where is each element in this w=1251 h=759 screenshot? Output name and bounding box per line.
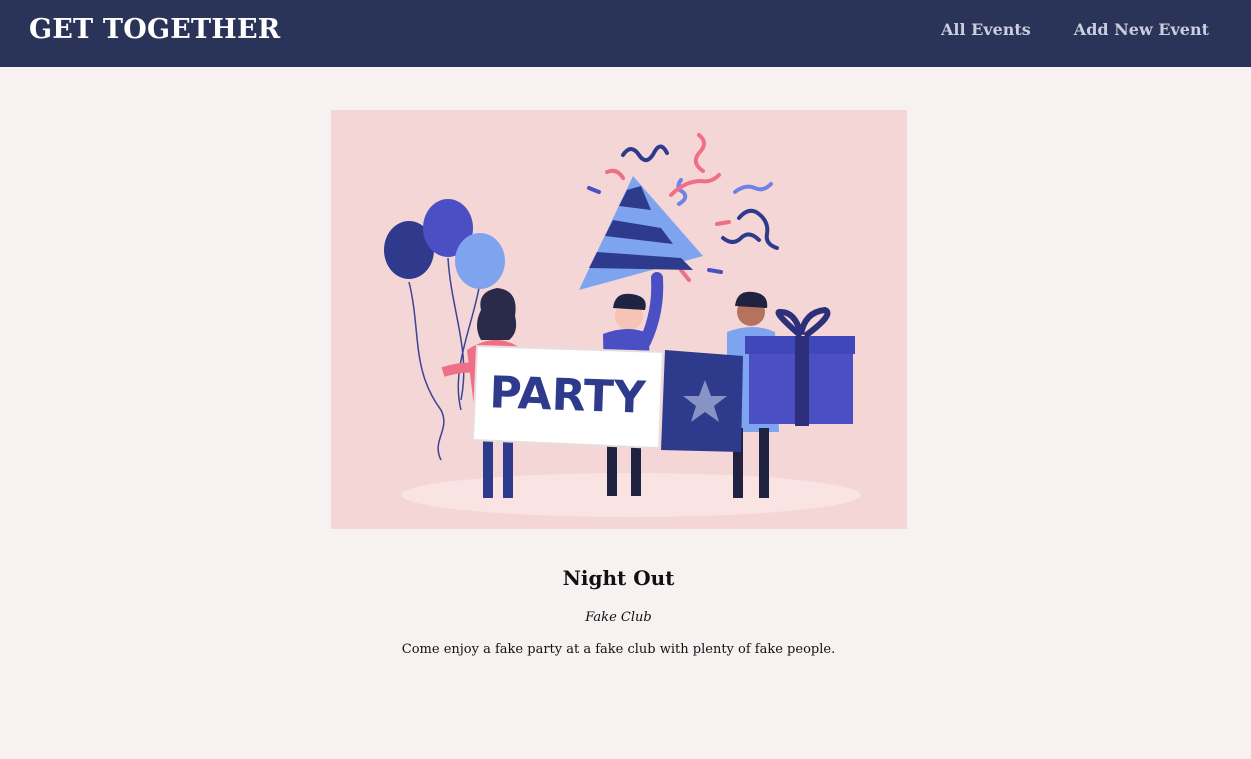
nav-link-add-new-event[interactable]: Add New Event [1074,20,1209,40]
top-navbar: GET TOGETHER All Events Add New Event [0,0,1251,67]
event-image: PARTY [331,110,907,529]
nav-link-all-events[interactable]: All Events [941,20,1031,40]
event-title: Night Out [562,566,675,591]
event-venue: Fake Club [585,610,652,625]
party-banner-text: PARTY [489,367,648,423]
brand-logo[interactable]: GET TOGETHER [29,13,280,47]
party-illustration: PARTY [384,133,861,517]
event-description: Come enjoy a fake party at a fake club w… [401,642,836,657]
main-nav: All Events Add New Event [941,20,1209,40]
